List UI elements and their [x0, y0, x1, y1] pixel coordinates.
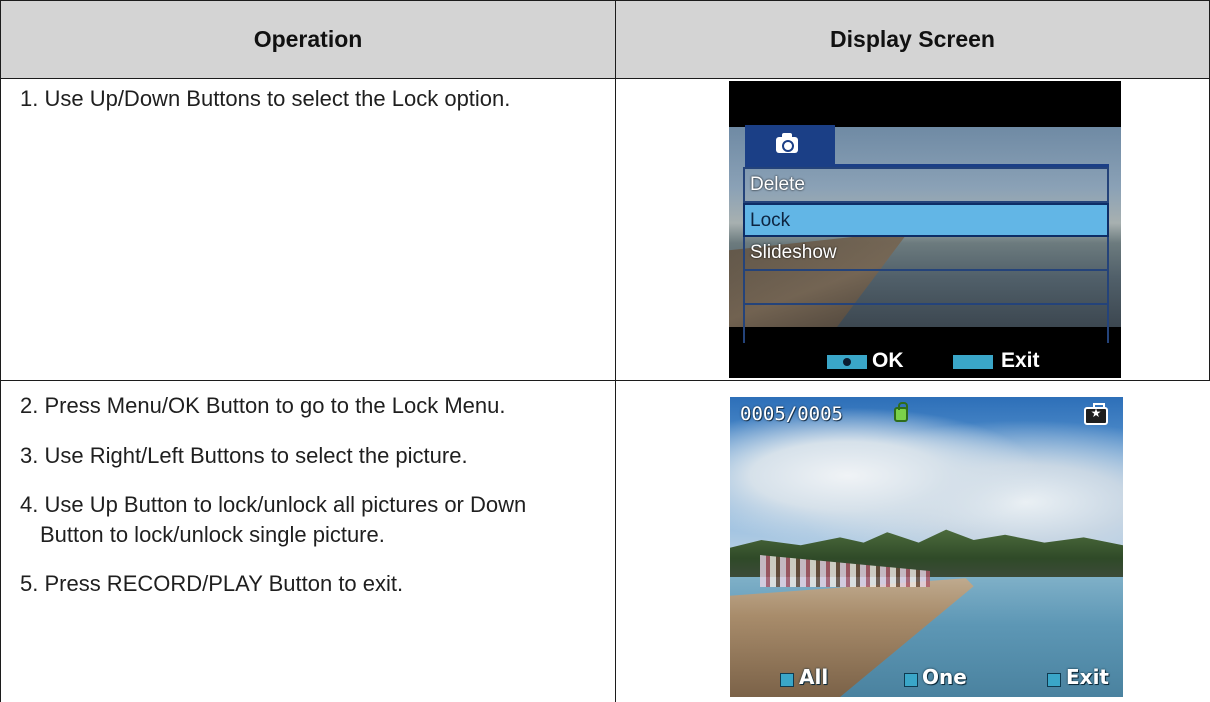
- table-divider: [0, 380, 1210, 381]
- ok-label: OK: [872, 349, 904, 372]
- step-5-text: 5. Press RECORD/PLAY Button to exit.: [20, 571, 404, 596]
- picture-counter: 0005/0005: [740, 403, 843, 425]
- step-4-text: 4. Use Up Button to lock/unlock all pict…: [20, 492, 527, 517]
- table-column-divider: [615, 0, 616, 702]
- step-2-text: 2. Press Menu/OK Button to go to the Loc…: [20, 393, 506, 418]
- menu-item-slideshow[interactable]: Slideshow: [745, 237, 1107, 271]
- return-key-icon: [953, 355, 993, 369]
- all-label: All: [799, 665, 829, 689]
- camera-menu-screen: Delete Lock Slideshow OK Exit: [729, 81, 1121, 378]
- step-3-text: 3. Use Right/Left Buttons to select the …: [20, 443, 468, 468]
- camera-lock-screen: 0005/0005 ★ All One Exit: [730, 397, 1123, 697]
- return-key-icon: [1047, 673, 1061, 687]
- table-border-left: [0, 0, 1, 702]
- table-divider: [0, 78, 1210, 79]
- down-key-icon: [904, 673, 918, 687]
- up-key-icon: [780, 673, 794, 687]
- menu-list: Delete Lock Slideshow: [743, 167, 1109, 345]
- lock-icon: [894, 402, 908, 422]
- camera-mode-icon: ★: [1084, 403, 1108, 425]
- ok-key-icon: [827, 355, 867, 369]
- exit-label: Exit: [1001, 349, 1040, 372]
- menu-item-empty: [745, 271, 1107, 305]
- exit-label: Exit: [1066, 665, 1109, 689]
- menu-item-lock[interactable]: Lock: [743, 203, 1109, 237]
- one-label: One: [922, 665, 967, 689]
- header-operation: Operation: [253, 26, 363, 52]
- step-1-text: 1. Use Up/Down Buttons to select the Loc…: [20, 86, 511, 111]
- header-display-screen: Display Screen: [830, 26, 995, 52]
- camera-icon: [776, 133, 798, 153]
- menu-item-delete[interactable]: Delete: [745, 169, 1107, 203]
- step-4-continued-text: Button to lock/unlock single picture.: [40, 522, 385, 547]
- bottom-key-bar: [729, 343, 1121, 378]
- table-border-top: [0, 0, 1210, 1]
